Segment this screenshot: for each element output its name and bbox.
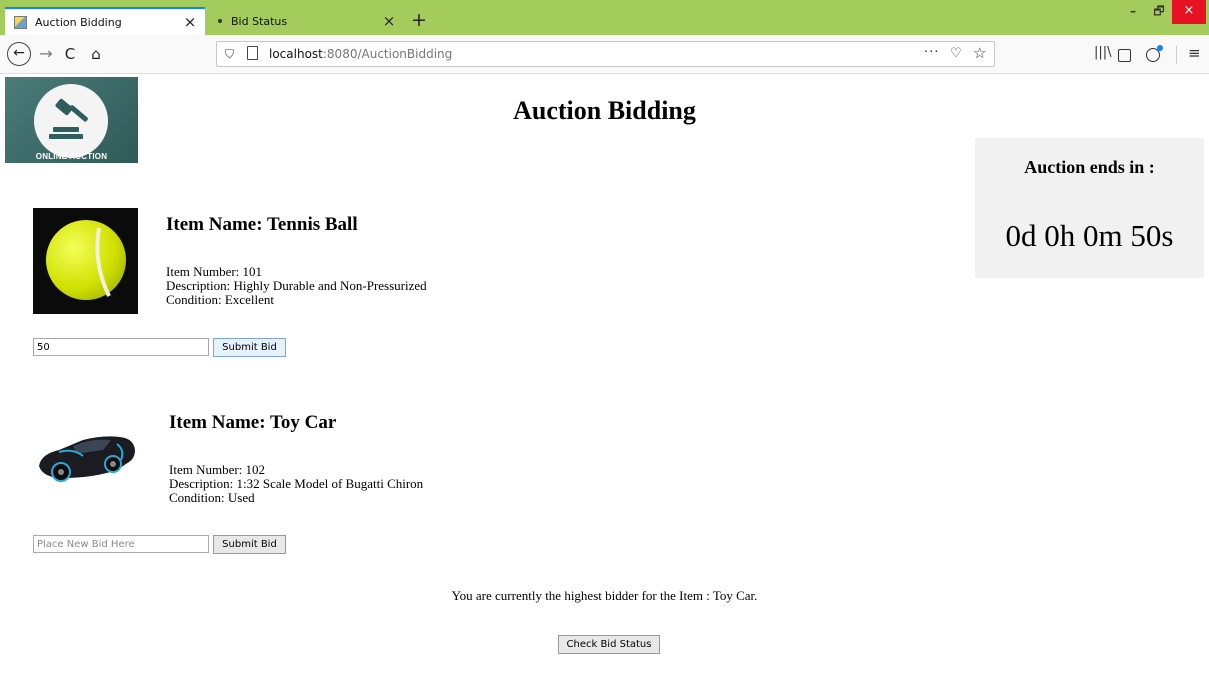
toy-car-image: [33, 426, 138, 490]
item-name: Item Name: Tennis Ball: [166, 214, 358, 235]
close-tab-icon[interactable]: ×: [179, 13, 201, 31]
toolbar-separator: [1176, 46, 1177, 64]
item-description: Description: 1:32 Scale Model of Bugatti…: [169, 476, 424, 491]
check-bid-status-button[interactable]: Check Bid Status: [558, 635, 660, 654]
page-title: Auction Bidding: [513, 96, 696, 125]
page-content: ONLINE AUCTION Auction Bidding Auction e…: [0, 74, 1209, 681]
page-icon[interactable]: [247, 46, 258, 60]
sidebar-icon[interactable]: [1118, 49, 1131, 62]
bid-input-toy-car[interactable]: [33, 535, 209, 553]
favicon-icon: [14, 15, 27, 29]
nav-bar: ← → C ⌂ ⛉ localhost:8080/AuctionBidding …: [0, 35, 1209, 74]
maximize-icon[interactable]: 🗗: [1146, 0, 1172, 24]
countdown-label: Auction ends in :: [1024, 157, 1155, 177]
home-icon[interactable]: ⌂: [84, 42, 108, 66]
submit-bid-button[interactable]: Submit Bid: [213, 535, 286, 554]
window-close-icon[interactable]: ×: [1172, 0, 1206, 24]
tab-dot-icon: [218, 19, 222, 23]
ball-seam-icon: [95, 227, 111, 297]
submit-bid-button[interactable]: Submit Bid: [213, 338, 286, 357]
reload-icon[interactable]: C: [58, 42, 82, 66]
url-host: localhost: [269, 47, 323, 61]
bookmark-star-icon[interactable]: ☆: [973, 44, 986, 62]
toy-car-shape: [39, 436, 135, 482]
item-number: Item Number: 102: [169, 462, 266, 477]
bid-input-tennis-ball[interactable]: [33, 338, 209, 356]
pocket-icon[interactable]: ♡: [950, 46, 962, 61]
url-bar[interactable]: ⛉ localhost:8080/AuctionBidding ··· ♡ ☆: [216, 41, 995, 67]
highest-bidder-message: You are currently the highest bidder for…: [451, 588, 758, 603]
item-condition: Condition: Excellent: [166, 292, 274, 307]
tab-title: Auction Bidding: [35, 15, 122, 29]
tab-auction-bidding[interactable]: Auction Bidding ×: [5, 7, 205, 35]
more-actions-icon[interactable]: ···: [924, 45, 939, 60]
url-text[interactable]: localhost:8080/AuctionBidding: [269, 47, 452, 61]
back-icon[interactable]: ←: [7, 42, 31, 66]
countdown-box: Auction ends in : 0d 0h 0m 50s: [975, 138, 1204, 278]
countdown-value: 0d 0h 0m 50s: [1005, 218, 1174, 253]
new-tab-icon[interactable]: +: [407, 9, 431, 33]
item-name: Item Name: Toy Car: [169, 412, 337, 433]
item-description: Description: Highly Durable and Non-Pres…: [166, 278, 427, 293]
notification-dot-icon: [1157, 45, 1163, 51]
shield-icon[interactable]: ⛉: [225, 47, 234, 62]
tab-title: Bid Status: [231, 14, 288, 28]
minimize-icon[interactable]: –: [1120, 0, 1146, 24]
logo-text: ONLINE AUCTION: [35, 152, 108, 161]
item-condition: Condition: Used: [169, 490, 255, 505]
library-icon[interactable]: |||\: [1094, 45, 1112, 60]
tennis-ball-image: [33, 208, 138, 314]
item-number: Item Number: 101: [166, 264, 263, 279]
url-path: :8080/AuctionBidding: [322, 47, 453, 61]
tab-bid-status[interactable]: Bid Status ×: [206, 7, 404, 35]
close-tab-icon[interactable]: ×: [378, 12, 400, 30]
tab-bar: Auction Bidding × Bid Status × + – 🗗 ×: [0, 0, 1209, 35]
forward-icon[interactable]: →: [34, 42, 58, 66]
menu-icon[interactable]: ≡: [1188, 44, 1201, 62]
